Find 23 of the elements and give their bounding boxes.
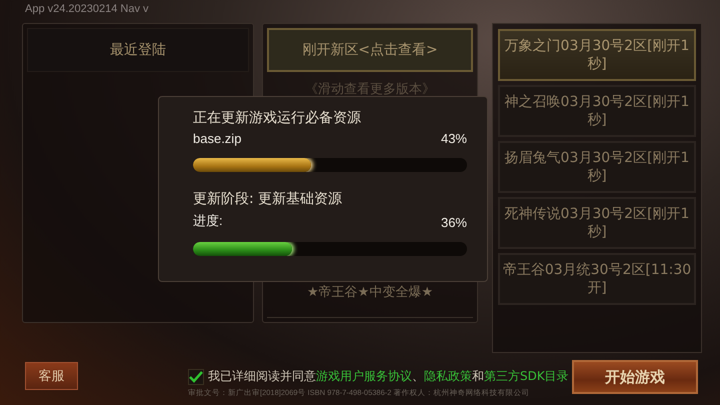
server-item[interactable]: 神之召唤03月30号2区[刚开1秒]: [498, 85, 696, 137]
check-icon: [189, 370, 203, 382]
file-name: base.zip: [193, 131, 242, 146]
agreement-link[interactable]: 第三方SDK目录: [484, 369, 569, 383]
agreement-link[interactable]: 隐私政策: [424, 369, 472, 383]
start-game-button[interactable]: 开始游戏: [572, 360, 698, 394]
version-label: App v24.20230214 Nav v: [24, 2, 150, 17]
scroll-hint: 《滑动查看更多版本》: [304, 81, 436, 98]
new-servers-button[interactable]: 刚开新区<点击查看>: [267, 28, 473, 72]
progress-label: 进度:: [193, 212, 223, 230]
server-item[interactable]: 帝王谷03月统30号2区[11:30开]: [498, 253, 696, 305]
progress-percent: 36%: [440, 215, 467, 230]
support-button[interactable]: 客服: [25, 362, 78, 390]
server-item[interactable]: 死神传说03月30号2区[刚开1秒]: [498, 197, 696, 249]
agreement-text: 我已详细阅读并同意游戏用户服务协议、隐私政策和第三方SDK目录: [208, 368, 569, 385]
agreement-checkbox[interactable]: [188, 368, 204, 384]
agreement-link[interactable]: 游戏用户服务协议: [316, 369, 412, 383]
file-percent: 43%: [440, 131, 467, 146]
server-item[interactable]: 万象之门03月30号2区[刚开1秒]: [498, 29, 696, 81]
dialog-title: 正在更新游戏运行必备资源: [193, 109, 362, 127]
stage-label: 更新阶段: 更新基础资源: [193, 190, 344, 208]
panel-title: 最近登陆: [27, 28, 249, 72]
server-item[interactable]: 扬眉兔气03月30号2区[刚开1秒]: [498, 141, 696, 193]
